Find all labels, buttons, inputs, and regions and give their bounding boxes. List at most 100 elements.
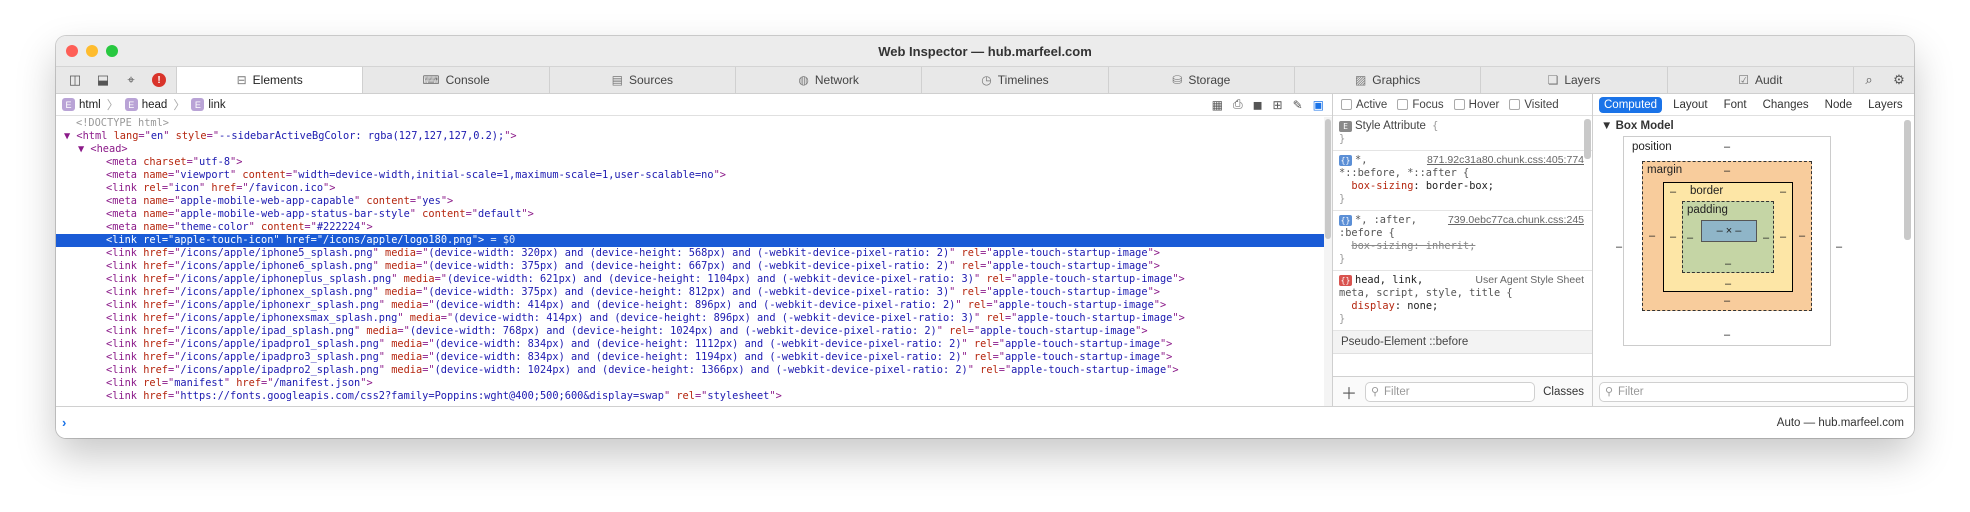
dom-node-link[interactable]: <link href="/icons/apple/iphone6_splash.…: [56, 260, 1326, 273]
tab-console[interactable]: ⌨ Console: [362, 67, 548, 93]
error-badge-icon[interactable]: !: [148, 69, 170, 91]
execution-context-selector[interactable]: Auto — hub.marfeel.com: [1777, 417, 1914, 429]
dom-node-link[interactable]: <link href="/icons/apple/ipad_splash.png…: [56, 325, 1326, 338]
sidebar-tab-layers[interactable]: Layers: [1863, 97, 1908, 113]
tab-audit[interactable]: ☑ Audit: [1666, 67, 1853, 93]
css-rule-after-before[interactable]: {} *, :after, 739.0ebc77ca.chunk.css:245 …: [1333, 211, 1592, 271]
dom-node-link[interactable]: <link href="/icons/apple/ipadpro1_splash…: [56, 338, 1326, 351]
attr-quote: =": [206, 130, 220, 142]
head-node[interactable]: ▼ <head>: [56, 143, 1326, 156]
tab-network[interactable]: ◍ Network: [734, 67, 921, 93]
attr-quote: =": [1004, 273, 1018, 285]
node-tag: >: [1141, 325, 1148, 337]
tab-layers[interactable]: ❏ Layers: [1480, 67, 1666, 93]
breadcrumb-item[interactable]: Ehead: [124, 98, 167, 111]
tab-timelines[interactable]: ◷ Timelines: [921, 67, 1107, 93]
user-agent-rule[interactable]: {} head, link, User Agent Style Sheet met…: [1333, 271, 1592, 331]
dock-side-icon[interactable]: ◫: [64, 69, 86, 91]
checkbox-box[interactable]: [1341, 99, 1352, 110]
styles-filter-input[interactable]: Filter: [1365, 381, 1536, 402]
pseudo-visited-checkbox[interactable]: Visited: [1509, 99, 1559, 111]
tab-graphics[interactable]: ▨ Graphics: [1293, 67, 1480, 93]
rule-source-link[interactable]: 739.0ebc77ca.chunk.css:245: [1448, 214, 1584, 227]
dom-node-link[interactable]: <link rel="apple-touch-icon" href="/icon…: [56, 234, 1326, 247]
pseudo-focus-checkbox[interactable]: Focus: [1397, 99, 1444, 111]
pseudo-hover-checkbox[interactable]: Hover: [1453, 99, 1499, 111]
rule-source-link[interactable]: 871.92c31a80.chunk.css:405:774: [1427, 154, 1584, 167]
pen-icon[interactable]: ✎: [1293, 98, 1303, 112]
console-prompt-icon[interactable]: ›: [62, 415, 66, 430]
tab-storage[interactable]: ⛁ Storage: [1107, 67, 1294, 93]
style-attribute-rule[interactable]: E Style Attribute {}: [1333, 117, 1592, 151]
sidebar-toggle-icon[interactable]: ▣: [1313, 98, 1324, 112]
css-rule-universal[interactable]: {} *, 871.92c31a80.chunk.css:405:774 *::b…: [1333, 151, 1592, 211]
tab-sources[interactable]: ▤ Sources: [548, 67, 735, 93]
dom-node-link[interactable]: <link href="/icons/apple/iphoneplus_spla…: [56, 273, 1326, 286]
attr-name: name: [137, 221, 168, 233]
close-window-button[interactable]: [66, 45, 78, 57]
dom-node-link[interactable]: <link rel="manifest" href="/manifest.jso…: [56, 377, 1326, 390]
dom-node-link[interactable]: <link href="/icons/apple/ipadpro3_splash…: [56, 351, 1326, 364]
attr-name: media: [378, 260, 416, 272]
border-right-value: –: [1780, 231, 1787, 243]
audit-icon: ☑: [1738, 73, 1749, 87]
breadcrumb-item[interactable]: Ehtml: [62, 98, 101, 111]
computed-filter-input[interactable]: Filter: [1599, 381, 1908, 402]
dom-node-link[interactable]: <link href="/icons/apple/iphonexr_splash…: [56, 299, 1326, 312]
dom-tree[interactable]: <!DOCTYPE html> ▼ <html lang="en" style="…: [56, 117, 1326, 406]
sidebar-tab-node[interactable]: Node: [1820, 97, 1858, 113]
computed-scroll-thumb[interactable]: [1904, 120, 1911, 240]
dom-node-link[interactable]: <link href="/icons/apple/iphonex_splash.…: [56, 286, 1326, 299]
node-tag: >: [329, 182, 336, 194]
checkbox-box[interactable]: [1453, 99, 1465, 110]
checkbox-box[interactable]: [1509, 99, 1521, 110]
box-model-header[interactable]: ▼ Box Model: [1601, 120, 1674, 132]
print-icon[interactable]: ⎙: [1233, 97, 1243, 112]
styles-scroll-thumb[interactable]: [1584, 119, 1591, 159]
dom-node-meta[interactable]: <meta name="theme-color" content="#22222…: [56, 221, 1326, 234]
element-picker-icon[interactable]: ⌖: [120, 69, 142, 91]
rule-value[interactable]: border-box;: [1426, 180, 1494, 192]
sidebar-tab-layout[interactable]: Layout: [1668, 97, 1713, 113]
breadcrumb-item[interactable]: Elink: [191, 98, 226, 111]
pseudo-active-checkbox[interactable]: Active: [1341, 99, 1387, 111]
dom-node-meta[interactable]: <meta charset="utf-8">: [56, 156, 1326, 169]
dom-node-link[interactable]: <link href="/icons/apple/ipadpro2_splash…: [56, 364, 1326, 377]
tab-elements[interactable]: ⊟ Elements: [176, 67, 363, 93]
zoom-window-button[interactable]: [106, 45, 118, 57]
element-badge-icon: E: [191, 98, 205, 111]
dom-node-link[interactable]: <link href="https://fonts.googleapis.com…: [56, 390, 1326, 403]
node-tag: <link: [106, 312, 137, 324]
border-label: border: [1690, 185, 1724, 197]
dom-node-meta[interactable]: <meta name="viewport" content="width=dev…: [56, 169, 1326, 182]
overridden-declaration[interactable]: box-sizing: inherit;: [1351, 240, 1475, 252]
search-icon[interactable]: ⌕: [1854, 69, 1884, 91]
node-tag: >: [366, 377, 373, 389]
dom-node-link[interactable]: <link rel="icon" href="/favicon.ico">: [56, 182, 1326, 195]
rule-property[interactable]: box-sizing: [1351, 180, 1413, 192]
node-tag: <meta: [106, 221, 137, 233]
dom-scroll-thumb[interactable]: [1325, 119, 1331, 239]
border-box: border – – – – – padding – – – – × –: [1663, 182, 1793, 292]
sidebar-tab-font[interactable]: Font: [1719, 97, 1752, 113]
dom-node-meta[interactable]: <meta name="apple-mobile-web-app-status-…: [56, 208, 1326, 221]
gear-icon[interactable]: ⚙: [1884, 69, 1914, 91]
dom-node-link[interactable]: <link href="/icons/apple/iphonexsmax_spl…: [56, 312, 1326, 325]
sidebar-tab-changes[interactable]: Changes: [1758, 97, 1814, 113]
layout-icon[interactable]: ⊞: [1273, 98, 1283, 112]
attr-name: rel: [980, 273, 1005, 285]
minimize-window-button[interactable]: [86, 45, 98, 57]
dom-node-meta[interactable]: <meta name="apple-mobile-web-app-capable…: [56, 195, 1326, 208]
add-rule-icon[interactable]: ＋: [1341, 380, 1357, 404]
dom-scrollbar[interactable]: [1324, 117, 1332, 406]
dom-node-link[interactable]: <link href="/icons/apple/iphone5_splash.…: [56, 247, 1326, 260]
dock-bottom-icon[interactable]: ⬓: [92, 69, 114, 91]
checkbox-box[interactable]: [1397, 99, 1409, 110]
sidebar-tab-computed[interactable]: Computed: [1599, 96, 1663, 113]
doctype-node[interactable]: <!DOCTYPE html>: [56, 117, 1326, 130]
appearance-icon[interactable]: ◼: [1253, 98, 1263, 112]
grid-overlay-icon[interactable]: ▦: [1212, 98, 1223, 112]
classes-button[interactable]: Classes: [1543, 386, 1584, 398]
attr-value: https://fonts.googleapis.com/css2?family…: [180, 390, 664, 402]
html-node[interactable]: ▼ <html lang="en" style="--sidebarActive…: [56, 130, 1326, 143]
